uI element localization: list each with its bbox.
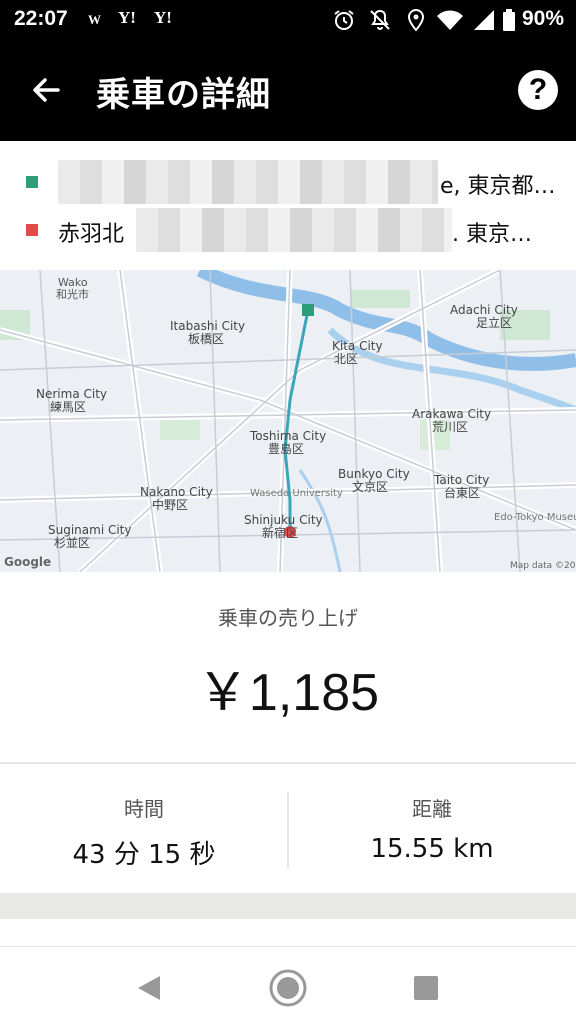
dropoff-address-text: . 東京… xyxy=(452,222,532,247)
distance-value: 15.55 km xyxy=(370,834,494,864)
map-label: 新宿区 xyxy=(262,525,298,540)
time-label: 時間 xyxy=(124,797,164,821)
pickup-address-row[interactable]: e, 東京都… xyxy=(0,158,576,208)
map-label: Nerima City xyxy=(36,387,107,401)
map-attribution: Map data ©2020 xyxy=(510,561,576,571)
pickup-address-text: e, 東京都… xyxy=(440,174,556,199)
time-stat: 時間 43 分 15 秒 xyxy=(0,793,288,871)
map-label: 中野区 xyxy=(152,497,188,512)
dropoff-address-prefix: 赤羽北 xyxy=(58,222,125,247)
map-label: 文京区 xyxy=(352,479,388,494)
divider xyxy=(0,762,576,764)
divider xyxy=(0,946,576,947)
map-label: 板橋区 xyxy=(188,332,224,346)
time-value: 43 分 15 秒 xyxy=(72,840,216,870)
route-map[interactable]: Wako 和光市 Itabashi City 板橋区 Kita City 北区 … xyxy=(0,270,576,572)
map-label: Kita City xyxy=(332,339,383,353)
map-label: 和光市 xyxy=(56,287,89,301)
redacted-address xyxy=(136,208,452,252)
back-triangle-icon[interactable] xyxy=(128,968,168,1008)
map-label: Edo-Tokyo Museum xyxy=(494,512,576,523)
map-label: Adachi City xyxy=(450,303,518,317)
map-label: Arakawa City xyxy=(412,407,491,421)
system-nav-bar xyxy=(0,950,576,1024)
app-bar: 乗車の詳細 ? xyxy=(0,40,576,141)
map-label: 練馬区 xyxy=(50,400,86,414)
help-button[interactable]: ? xyxy=(518,70,558,110)
map-label: Shinjuku City xyxy=(244,513,323,527)
alarm-icon xyxy=(334,10,354,30)
page-title: 乗車の詳細 xyxy=(96,75,271,115)
map-label: Waseda University xyxy=(250,488,343,499)
map-label: 足立区 xyxy=(476,315,512,330)
google-logo: Google xyxy=(4,555,51,569)
notification-yahoo-icon: Y! xyxy=(154,8,172,27)
distance-stat: 距離 15.55 km xyxy=(288,793,576,864)
earnings-label: 乗車の売り上げ xyxy=(218,606,358,630)
notification-yahoo-icon: Y! xyxy=(118,8,136,27)
earnings-value: ￥1,185 xyxy=(196,664,380,722)
redacted-address xyxy=(58,160,438,204)
section-divider xyxy=(0,893,576,919)
dropoff-address-row[interactable]: 赤羽北 . 東京… xyxy=(0,206,576,256)
map-canvas: Wako 和光市 Itabashi City 板橋区 Kita City 北区 … xyxy=(0,270,576,572)
back-arrow-icon[interactable] xyxy=(26,70,66,110)
location-icon xyxy=(407,8,425,32)
map-label: 豊島区 xyxy=(268,441,304,456)
home-circle-icon[interactable] xyxy=(268,968,308,1008)
recents-square-icon[interactable] xyxy=(406,968,446,1008)
map-label: Taito City xyxy=(433,473,489,487)
dropoff-marker-icon xyxy=(26,224,38,236)
map-label: Bunkyo City xyxy=(338,467,410,481)
map-label: Itabashi City xyxy=(170,319,245,333)
map-label: 台東区 xyxy=(444,485,480,500)
notification-w-icon: W xyxy=(88,12,101,27)
map-label: Toshima City xyxy=(249,429,326,443)
battery-percentage: 90% xyxy=(522,7,565,30)
pickup-marker-icon xyxy=(26,176,38,188)
status-time: 22:07 xyxy=(14,7,68,30)
distance-label: 距離 xyxy=(412,797,452,821)
signal-icon xyxy=(474,10,494,30)
wifi-icon xyxy=(437,10,463,30)
map-label: 荒川区 xyxy=(432,420,468,434)
map-label: 北区 xyxy=(334,352,358,366)
battery-icon xyxy=(503,9,515,31)
mute-icon xyxy=(370,9,390,30)
map-label: Nakano City xyxy=(140,485,213,499)
map-label: 杉並区 xyxy=(54,536,90,550)
pickup-map-marker xyxy=(302,304,314,316)
status-bar: 22:07 W Y! Y! 90% xyxy=(0,0,576,40)
map-label: Suginami City xyxy=(48,523,132,537)
